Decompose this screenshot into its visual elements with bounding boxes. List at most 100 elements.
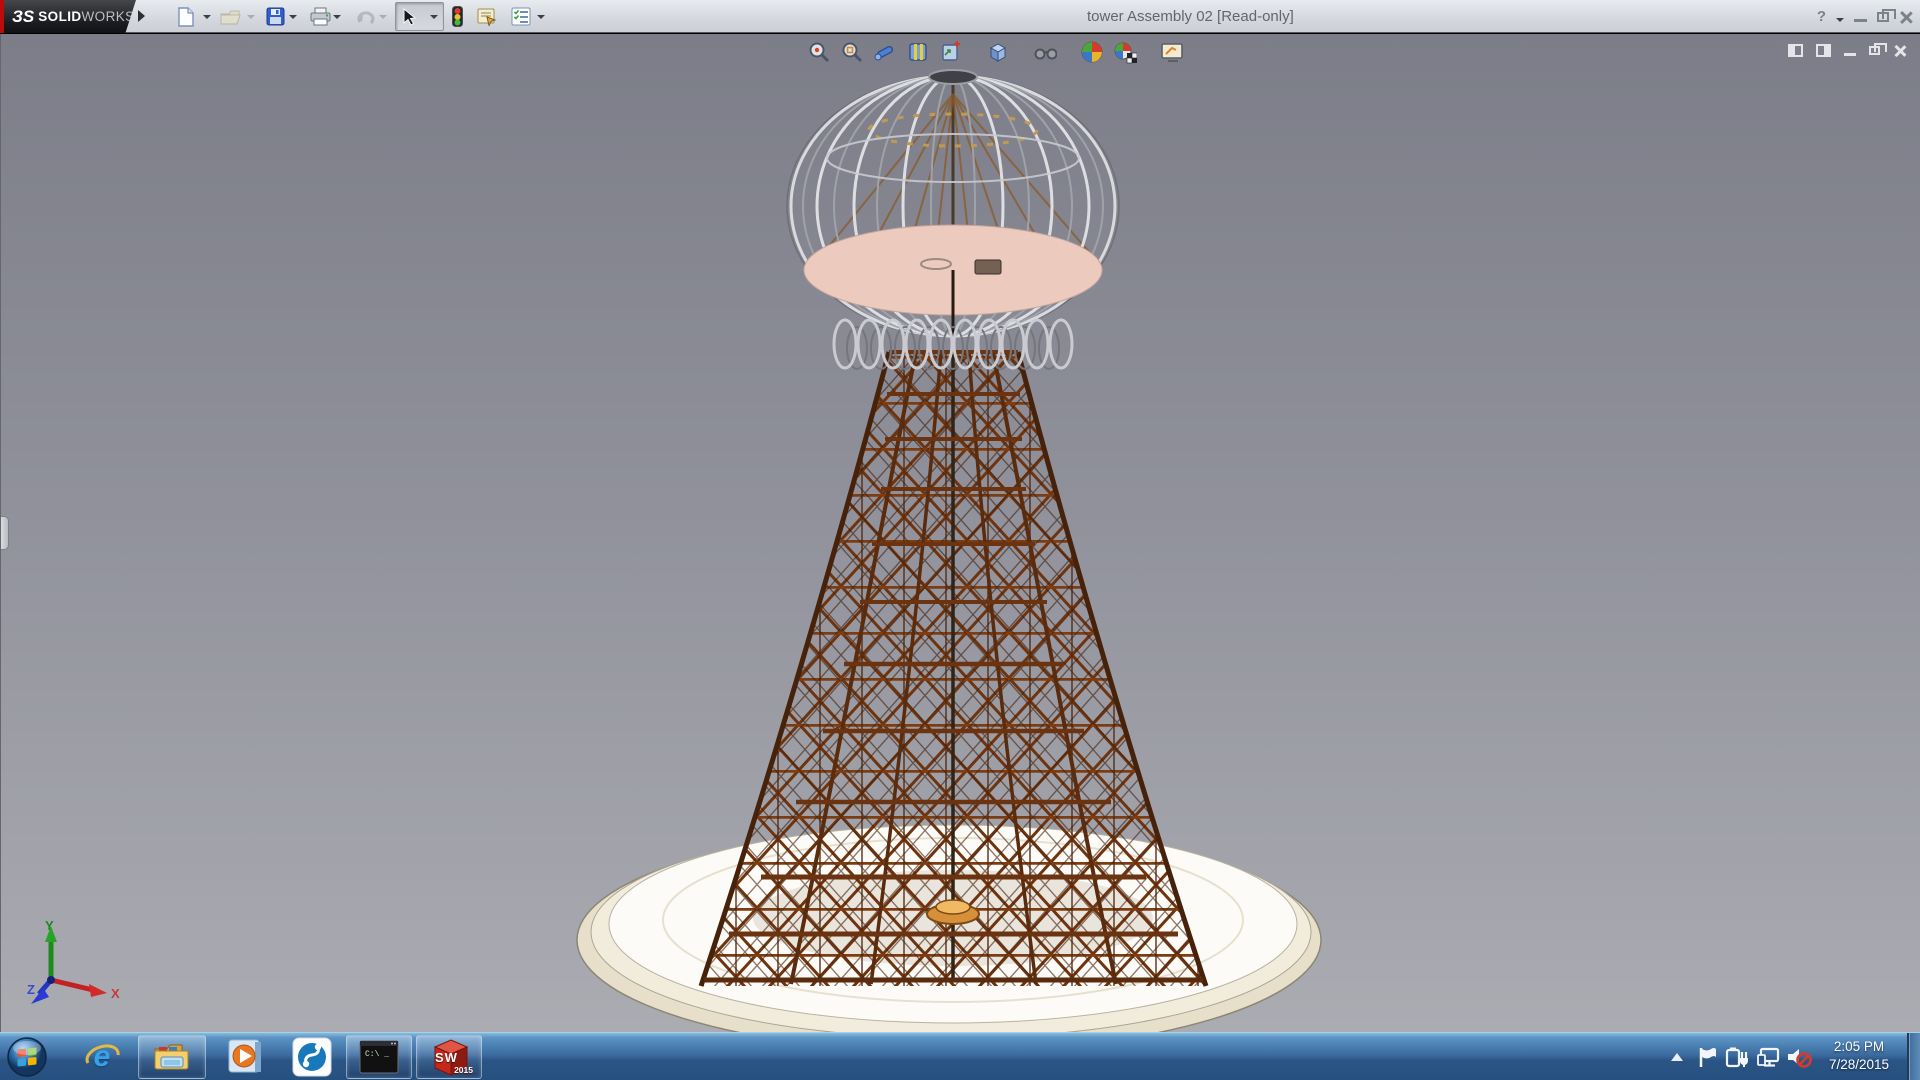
help-dropdown[interactable] — [1836, 18, 1844, 22]
titlebar: ЗS SOLIDWORKS — [0, 0, 1920, 33]
previous-view-button[interactable] — [873, 40, 897, 64]
help-button[interactable]: ? — [1817, 9, 1826, 24]
taskbar-clock[interactable]: 2:05 PM 7/28/2015 — [1818, 1038, 1900, 1074]
close-button[interactable] — [1899, 10, 1912, 23]
zoom-to-fit-icon — [808, 41, 830, 63]
accent-strip — [0, 0, 4, 33]
x-axis-label: X — [111, 986, 120, 1001]
battery-plug-icon — [1725, 1046, 1749, 1068]
taskbar-item-media-player[interactable] — [222, 1035, 268, 1079]
dome-cupola — [787, 70, 1119, 369]
clock-time: 2:05 PM — [1818, 1038, 1900, 1056]
open-folder-icon — [220, 8, 242, 26]
doc-close-button[interactable] — [1893, 44, 1906, 57]
view-settings-button[interactable] — [1160, 40, 1184, 64]
doc-restore-button[interactable] — [1869, 46, 1880, 55]
select-tool-button[interactable] — [395, 2, 444, 31]
annotation-views-button[interactable] — [939, 40, 963, 64]
options-list-icon — [511, 7, 531, 26]
section-view-button[interactable] — [906, 40, 930, 64]
new-dropdown[interactable] — [203, 15, 211, 19]
network-status-button[interactable] — [1756, 1044, 1782, 1070]
printer-icon — [310, 7, 331, 26]
file-properties-button[interactable] — [475, 4, 500, 29]
taskbar-item-command-prompt[interactable]: C:\ _ — [346, 1035, 412, 1079]
previous-view-icon — [873, 41, 897, 63]
network-app-icon — [292, 1037, 332, 1077]
document-window-controls — [1788, 44, 1906, 57]
media-player-icon — [225, 1038, 265, 1076]
save-floppy-icon — [266, 7, 285, 26]
solidworks-logo: ЗS SOLIDWORKS — [4, 0, 136, 33]
network-monitor-icon — [1757, 1046, 1781, 1068]
select-cursor-icon — [402, 8, 418, 26]
start-button[interactable] — [4, 1035, 50, 1079]
windows-explorer-icon — [153, 1041, 191, 1073]
window-controls: ? — [1817, 0, 1912, 33]
rebuild-button[interactable] — [445, 4, 470, 29]
y-axis-label: Y — [45, 918, 54, 933]
new-document-icon — [177, 7, 195, 27]
reference-triad: Y X Z — [27, 918, 127, 1010]
volume-muted-button[interactable] — [1786, 1044, 1812, 1070]
apply-scene-button[interactable] — [1113, 40, 1137, 64]
windows-start-orb — [6, 1036, 48, 1078]
zoom-to-area-button[interactable] — [840, 40, 864, 64]
tower-assembly-model — [1, 34, 1920, 1032]
file-properties-icon — [477, 7, 498, 26]
view-orientation-button[interactable] — [986, 40, 1010, 64]
brand-text: SOLIDWORKS — [38, 9, 134, 24]
view-settings-icon — [1160, 41, 1184, 63]
panel-splitter-handle[interactable] — [1, 516, 9, 550]
edit-appearance-button[interactable] — [1080, 40, 1104, 64]
clock-date: 7/28/2015 — [1818, 1056, 1900, 1074]
print-button[interactable] — [308, 4, 333, 29]
open-dropdown[interactable] — [247, 15, 255, 19]
menu-flyout-arrow[interactable] — [138, 10, 145, 22]
taskbar-item-network-app[interactable] — [288, 1035, 336, 1079]
save-dropdown[interactable] — [289, 15, 297, 19]
zoom-to-fit-button[interactable] — [807, 40, 831, 64]
open-button[interactable] — [218, 4, 243, 29]
solidworks-cube-letters: SW — [435, 1050, 458, 1065]
restore-button[interactable] — [1877, 12, 1889, 22]
minimize-button[interactable] — [1854, 19, 1867, 22]
screen: ЗS SOLIDWORKS — [0, 0, 1920, 1080]
taskbar-item-windows-explorer[interactable] — [138, 1035, 206, 1079]
apply-scene-icon — [1113, 40, 1137, 64]
up-arrow-icon — [1670, 1052, 1684, 1062]
lattice-tower — [641, 334, 1271, 994]
collapse-right-pane-button[interactable] — [1816, 44, 1831, 57]
hide-show-items-button[interactable] — [1033, 40, 1057, 64]
pane-fill — [1790, 46, 1795, 55]
flag-icon — [1696, 1046, 1718, 1068]
select-dropdown[interactable] — [430, 15, 438, 19]
save-button[interactable] — [263, 4, 288, 29]
brand-mark: ЗS — [12, 7, 34, 27]
command-prompt-text: C:\ _ — [365, 1050, 389, 1059]
z-axis-label: Z — [27, 982, 35, 997]
doc-minimize-button[interactable] — [1844, 53, 1856, 56]
ie-orbit-ring — [82, 1037, 122, 1077]
power-status-button[interactable] — [1724, 1044, 1750, 1070]
appearance-ball-icon — [1080, 40, 1104, 64]
action-center-button[interactable] — [1694, 1044, 1720, 1070]
collapse-left-pane-button[interactable] — [1788, 44, 1803, 57]
traffic-light-icon — [452, 6, 463, 27]
document-title: tower Assembly 02 [Read-only] — [1087, 8, 1294, 25]
print-dropdown[interactable] — [333, 15, 341, 19]
new-document-button[interactable] — [173, 4, 198, 29]
taskbar-item-solidworks[interactable]: SW 2015 — [416, 1035, 482, 1079]
taskbar-item-internet-explorer[interactable]: e — [82, 1035, 122, 1079]
options-button[interactable] — [508, 4, 533, 29]
show-hidden-icons-button[interactable] — [1664, 1044, 1690, 1070]
speaker-muted-icon — [1786, 1045, 1812, 1069]
solidworks-cube-year: 2015 — [454, 1065, 473, 1075]
x-axis-arrow — [89, 984, 107, 997]
show-desktop-button[interactable] — [1907, 1033, 1920, 1080]
options-dropdown[interactable] — [537, 15, 545, 19]
graphics-viewport[interactable]: Y X Z *Dimetric — [0, 34, 1920, 1032]
undo-button[interactable] — [353, 4, 378, 29]
annotation-views-icon — [940, 41, 962, 63]
undo-dropdown[interactable] — [379, 15, 387, 19]
